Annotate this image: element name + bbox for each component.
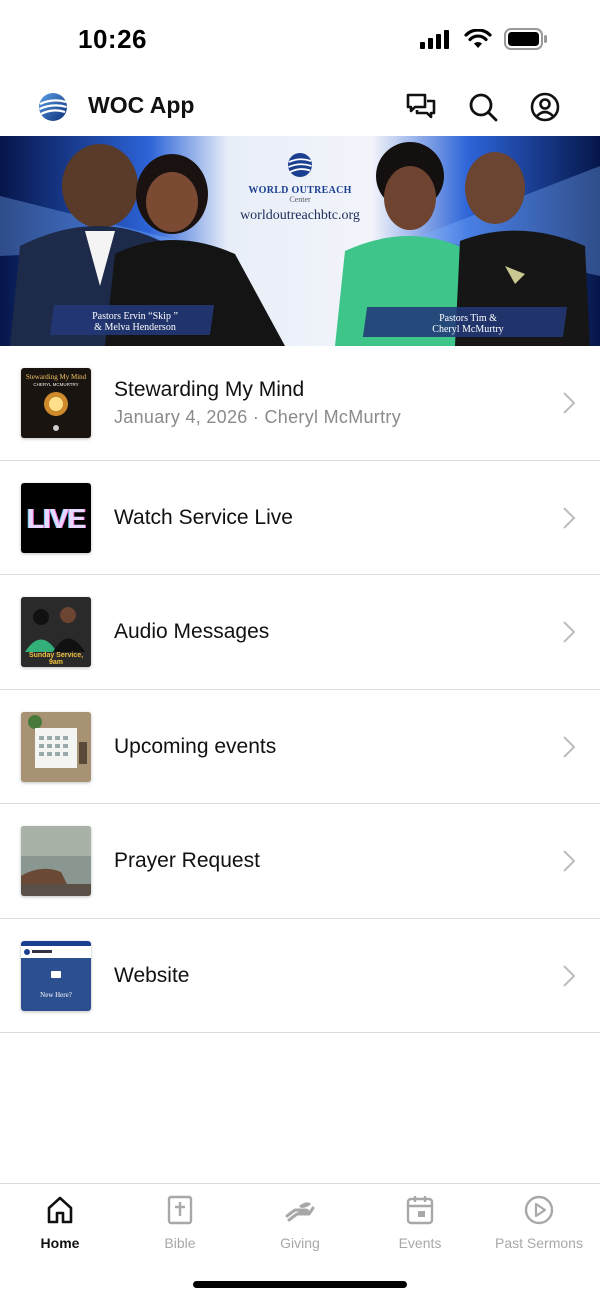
tab-bible-label: Bible — [164, 1235, 196, 1251]
item-title: Upcoming events — [114, 734, 277, 758]
live-thumbnail: LIVE — [21, 482, 91, 553]
status-time: 10:26 — [78, 24, 147, 54]
tab-home[interactable]: Home — [0, 1184, 120, 1264]
home-icon — [47, 1196, 73, 1224]
list-item-watch-service-live[interactable]: LIVE Watch Service Live — [0, 461, 600, 575]
desk-calendar-icon — [21, 711, 91, 782]
account-icon — [530, 92, 560, 122]
caption-right-line1: Pastors Tim & — [439, 313, 497, 324]
search-icon — [469, 93, 498, 122]
item-title: Prayer Request — [114, 849, 260, 872]
thumb-service-text: Sunday Service, 9am — [28, 652, 84, 666]
item-title: Audio Messages — [114, 620, 270, 643]
item-title: Website — [114, 963, 190, 987]
tab-past-sermons[interactable]: Past Sermons — [479, 1184, 599, 1264]
messages-button[interactable] — [404, 90, 438, 124]
profile-button[interactable] — [528, 90, 562, 124]
item-title: Stewarding My Mind — [114, 378, 305, 401]
praying-hands-photo-icon — [21, 826, 91, 896]
chat-icon — [406, 93, 436, 119]
list-item-website[interactable]: New Here? Website — [0, 919, 600, 1033]
hero-brand: WORLD OUTREACH Center worldoutreachbtc.o… — [225, 152, 375, 224]
menu-list: Stewarding My Mind CHERYL MCMURTRY Stewa… — [0, 346, 600, 1033]
caption-left-line1: Pastors Ervin “Skip ” — [92, 311, 178, 322]
sermon-thumbnail: Stewarding My Mind CHERYL MCMURTRY — [21, 368, 91, 438]
chevron-right-icon — [563, 850, 576, 872]
chevron-right-icon — [563, 506, 576, 529]
battery-icon — [504, 28, 547, 50]
calendar-icon — [406, 1196, 434, 1225]
hero-url: worldoutreachbtc.org — [240, 208, 360, 223]
hero-caption-left: Pastors Ervin “Skip ” & Melva Henderson — [70, 311, 200, 333]
status-icons — [420, 28, 548, 50]
wifi-icon — [464, 29, 492, 48]
app-header: WOC App — [0, 78, 600, 136]
chevron-right-icon — [563, 392, 576, 414]
caption-right-line2: Cheryl McMurtry — [432, 324, 504, 335]
list-item-stewarding-my-mind[interactable]: Stewarding My Mind CHERYL MCMURTRY Stewa… — [0, 346, 600, 461]
website-preview-icon — [21, 940, 91, 1011]
tab-events[interactable]: Events — [360, 1184, 480, 1264]
website-thumbnail: New Here? — [21, 940, 91, 1011]
audio-thumbnail: Sunday Service, 9am — [21, 597, 91, 667]
hero-brand-sub: Center — [289, 195, 311, 204]
tab-giving[interactable]: Giving — [240, 1184, 360, 1264]
list-item-upcoming-events[interactable]: Upcoming events — [0, 690, 600, 804]
events-thumbnail — [21, 711, 91, 782]
item-title: Watch Service Live — [114, 505, 293, 529]
chevron-right-icon — [563, 964, 576, 987]
thumb-new-here-text: New Here? — [40, 990, 72, 999]
giving-icon — [285, 1202, 315, 1222]
tab-giving-label: Giving — [280, 1235, 320, 1251]
thumb-live-text: LIVE — [26, 502, 86, 534]
tab-home-label: Home — [40, 1235, 80, 1251]
cellular-signal-icon — [420, 30, 449, 49]
app-title: WOC App — [88, 92, 195, 118]
home-indicator[interactable] — [193, 1281, 407, 1288]
list-item-prayer-request[interactable]: Prayer Request — [0, 804, 600, 919]
glowing-head-icon — [44, 392, 68, 431]
play-circle-icon — [524, 1195, 554, 1225]
tab-past-sermons-label: Past Sermons — [495, 1235, 583, 1251]
header-actions — [404, 90, 562, 124]
chevron-right-icon — [563, 735, 576, 758]
status-bar: 10:26 — [0, 0, 600, 80]
prayer-thumbnail — [21, 826, 91, 896]
list-item-audio-messages[interactable]: Sunday Service, 9am Audio Messages — [0, 575, 600, 690]
hero-caption-right: Pastors Tim & Cheryl McMurtry — [408, 313, 528, 335]
tab-events-label: Events — [398, 1235, 442, 1251]
app-logo-icon — [39, 93, 67, 121]
tab-bible[interactable]: Bible — [120, 1184, 240, 1264]
bible-icon — [167, 1195, 193, 1225]
globe-logo-icon — [288, 153, 312, 177]
item-subtitle: January 4, 2026 · Cheryl McMurtry — [114, 407, 401, 427]
caption-left-line2: & Melva Henderson — [94, 322, 176, 333]
search-button[interactable] — [466, 90, 500, 124]
chevron-right-icon — [563, 621, 576, 643]
